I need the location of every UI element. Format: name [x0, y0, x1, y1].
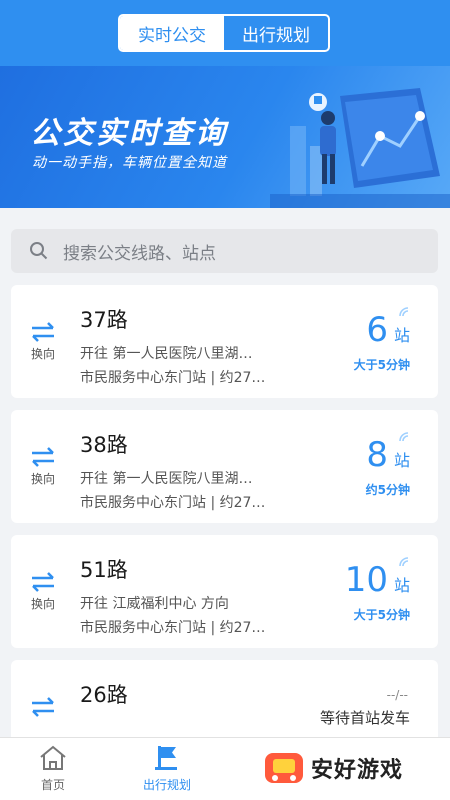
gamepad-logo-icon	[265, 753, 303, 783]
route-stop-info: 市民服务中心东门站 | 约27…	[80, 370, 266, 386]
swap-direction-button[interactable]: 换向	[25, 321, 61, 362]
watermark-text: 安好游戏	[311, 758, 404, 783]
swap-direction-button[interactable]	[25, 696, 61, 718]
top-bar: 实时公交 出行规划	[0, 0, 450, 66]
promo-banner[interactable]: 公交实时查询 动一动手指，车辆位置全知道	[0, 66, 450, 208]
tab-realtime-bus[interactable]: 实时公交	[120, 16, 224, 50]
route-direction: 开往 第一人民医院八里湖…	[80, 471, 253, 487]
stops-away: 10 站	[345, 560, 410, 600]
stops-count: 8	[366, 435, 388, 475]
stops-unit: 站	[393, 326, 410, 345]
eta-label: 大于5分钟	[353, 358, 410, 372]
nav-home[interactable]: 首页	[8, 744, 98, 793]
stops-unit: 站	[393, 451, 410, 470]
tab-trip-planning[interactable]: 出行规划	[224, 16, 328, 50]
route-direction: 开往 第一人民医院八里湖…	[80, 346, 253, 362]
nav-trip-planning-label: 出行规划	[142, 778, 191, 792]
route-card[interactable]: 换向 51路 开往 江威福利中心 方向 市民服务中心东门站 | 约27… 10 …	[11, 535, 438, 648]
banner-title: 公交实时查询	[30, 116, 228, 151]
swap-label: 换向	[30, 472, 55, 486]
swap-arrows-icon	[32, 697, 54, 717]
mode-switch: 实时公交 出行规划	[118, 14, 330, 52]
route-name: 51路	[80, 558, 128, 582]
route-name: 37路	[80, 308, 128, 332]
swap-label: 换向	[30, 597, 55, 611]
swap-direction-button[interactable]: 换向	[25, 446, 61, 487]
swap-arrows-icon	[32, 322, 54, 342]
stops-away: 6 站	[366, 310, 410, 350]
flag-icon	[155, 746, 177, 770]
stops-away: 8 站	[366, 435, 410, 475]
route-card[interactable]: 换向 37路 开往 第一人民医院八里湖… 市民服务中心东门站 | 约27… 6 …	[11, 285, 438, 398]
nav-trip-planning[interactable]: 出行规划	[122, 744, 212, 793]
search-icon	[30, 242, 48, 260]
search-placeholder: 搜索公交线路、站点	[63, 243, 216, 264]
waiting-status: 等待首站发车	[319, 709, 410, 727]
banner-subtitle: 动一动手指，车辆位置全知道	[32, 155, 227, 171]
no-data-dash: --/--	[386, 688, 408, 702]
search-input[interactable]: 搜索公交线路、站点	[11, 229, 438, 273]
swap-arrows-icon	[32, 447, 54, 467]
home-icon	[40, 745, 66, 770]
eta-label: 约5分钟	[365, 483, 410, 497]
banner-illustration	[270, 88, 450, 208]
nav-home-label: 首页	[40, 778, 65, 792]
route-name: 26路	[80, 683, 128, 707]
stops-count: 6	[366, 310, 388, 350]
route-stop-info: 市民服务中心东门站 | 约27…	[80, 495, 266, 511]
watermark: 安好游戏	[263, 740, 443, 796]
stops-count: 10	[344, 560, 388, 600]
stops-unit: 站	[393, 576, 410, 595]
route-direction: 开往 江威福利中心 方向	[80, 596, 229, 612]
route-stop-info: 市民服务中心东门站 | 约27…	[80, 620, 266, 636]
route-card[interactable]: 换向 38路 开往 第一人民医院八里湖… 市民服务中心东门站 | 约27… 8 …	[11, 410, 438, 523]
route-name: 38路	[80, 433, 128, 457]
swap-direction-button[interactable]: 换向	[25, 571, 61, 612]
swap-arrows-icon	[32, 572, 54, 592]
swap-label: 换向	[30, 347, 55, 361]
eta-label: 大于5分钟	[353, 608, 410, 622]
